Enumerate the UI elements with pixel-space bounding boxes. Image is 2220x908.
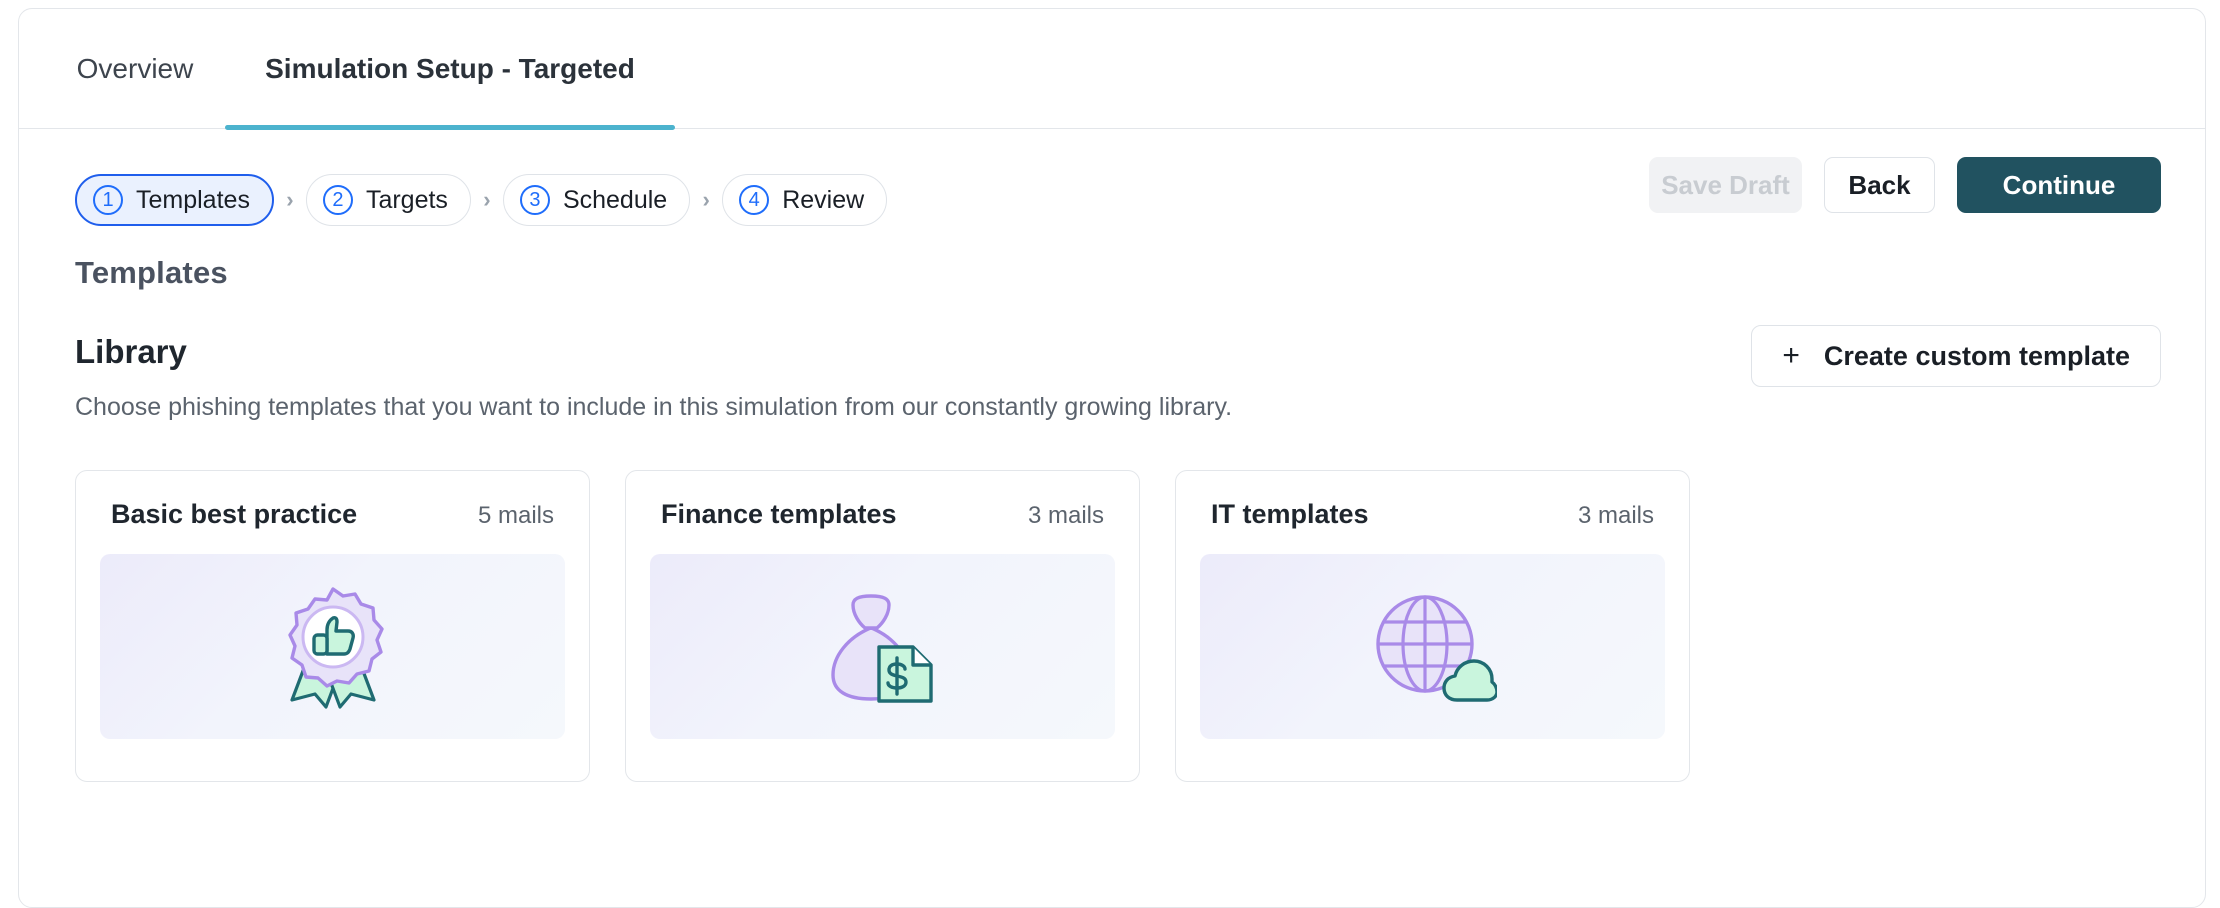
step-targets-number: 2 bbox=[323, 185, 353, 215]
save-draft-button: Save Draft bbox=[1649, 157, 1802, 213]
tab-bar: Overview Simulation Setup - Targeted bbox=[19, 9, 2205, 129]
page-body: 1 Templates › 2 Targets › 3 Schedule › 4… bbox=[19, 129, 2205, 782]
create-custom-template-button[interactable]: + Create custom template bbox=[1751, 325, 2161, 387]
card-header: Finance templates 3 mails bbox=[650, 493, 1115, 530]
step-separator-icon: › bbox=[274, 187, 306, 213]
wizard-header: 1 Templates › 2 Targets › 3 Schedule › 4… bbox=[19, 129, 2205, 237]
wizard-stepper: 1 Templates › 2 Targets › 3 Schedule › 4… bbox=[75, 174, 887, 226]
template-card-it-templates[interactable]: IT templates 3 mails bbox=[1175, 470, 1690, 782]
template-card-basic-best-practice[interactable]: Basic best practice 5 mails bbox=[75, 470, 590, 782]
step-templates-label: Templates bbox=[136, 186, 250, 215]
card-mail-count: 3 mails bbox=[1578, 502, 1654, 530]
step-targets[interactable]: 2 Targets bbox=[306, 174, 471, 226]
card-illustration bbox=[1200, 554, 1665, 739]
tab-overview[interactable]: Overview bbox=[45, 9, 225, 129]
tab-simulation-setup[interactable]: Simulation Setup - Targeted bbox=[225, 9, 675, 129]
step-schedule[interactable]: 3 Schedule bbox=[503, 174, 690, 226]
wizard-actions: Save Draft Back Continue bbox=[1649, 157, 2161, 213]
continue-button[interactable]: Continue bbox=[1957, 157, 2161, 213]
step-separator-icon: › bbox=[690, 187, 722, 213]
step-separator-icon: › bbox=[471, 187, 503, 213]
app-window: Overview Simulation Setup - Targeted 1 T… bbox=[18, 8, 2206, 908]
award-badge-thumbs-up-icon bbox=[269, 585, 397, 709]
create-custom-template-label: Create custom template bbox=[1824, 341, 2130, 372]
globe-cloud-icon bbox=[1369, 588, 1497, 706]
card-header: Basic best practice 5 mails bbox=[100, 493, 565, 530]
page-title: Templates bbox=[75, 255, 2205, 291]
template-card-finance-templates[interactable]: Finance templates 3 mails bbox=[625, 470, 1140, 782]
continue-label: Continue bbox=[2003, 170, 2116, 201]
card-mail-count: 5 mails bbox=[478, 502, 554, 530]
step-templates-number: 1 bbox=[93, 185, 123, 215]
tab-simulation-setup-label: Simulation Setup - Targeted bbox=[265, 53, 635, 85]
money-bag-dollar-document-icon bbox=[821, 587, 945, 707]
template-card-list: Basic best practice 5 mails bbox=[75, 470, 2205, 782]
library-section-header: Library Choose phishing templates that y… bbox=[19, 333, 2205, 422]
card-mail-count: 3 mails bbox=[1028, 502, 1104, 530]
card-illustration bbox=[650, 554, 1115, 739]
step-targets-label: Targets bbox=[366, 186, 448, 215]
tab-overview-label: Overview bbox=[77, 53, 194, 85]
back-button[interactable]: Back bbox=[1824, 157, 1935, 213]
step-schedule-number: 3 bbox=[520, 185, 550, 215]
card-title: Basic best practice bbox=[111, 499, 357, 530]
plus-icon: + bbox=[1782, 341, 1800, 371]
save-draft-label: Save Draft bbox=[1661, 170, 1790, 201]
card-illustration bbox=[100, 554, 565, 739]
card-header: IT templates 3 mails bbox=[1200, 493, 1665, 530]
library-description: Choose phishing templates that you want … bbox=[75, 393, 2161, 422]
back-label: Back bbox=[1848, 170, 1910, 201]
step-review-label: Review bbox=[782, 186, 864, 215]
step-review-number: 4 bbox=[739, 185, 769, 215]
step-review[interactable]: 4 Review bbox=[722, 174, 887, 226]
step-templates[interactable]: 1 Templates bbox=[75, 174, 274, 226]
card-title: IT templates bbox=[1211, 499, 1369, 530]
card-title: Finance templates bbox=[661, 499, 897, 530]
step-schedule-label: Schedule bbox=[563, 186, 667, 215]
